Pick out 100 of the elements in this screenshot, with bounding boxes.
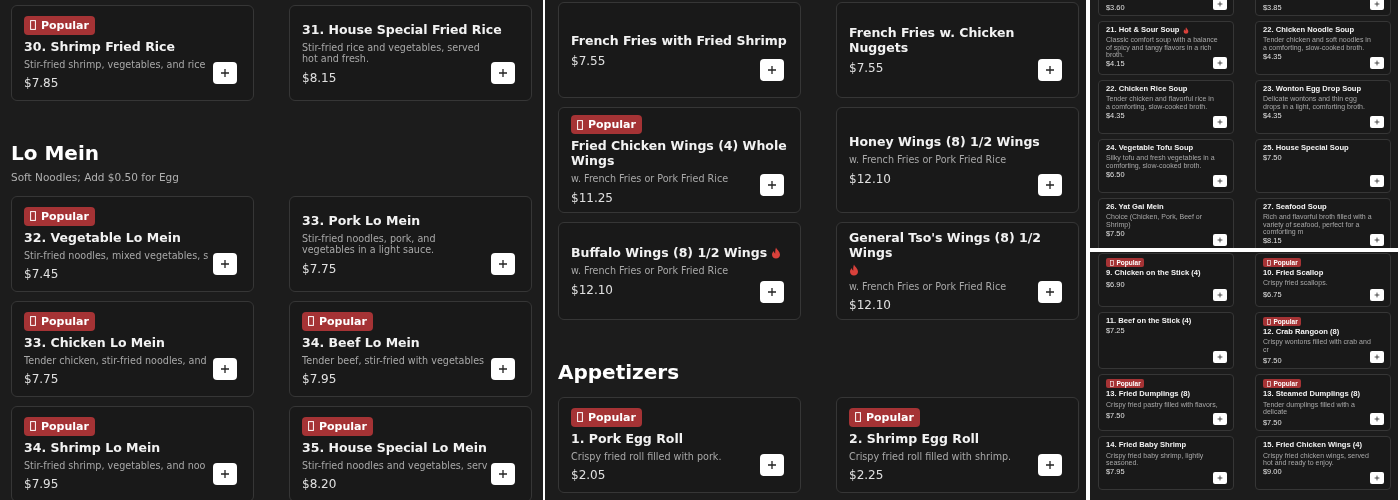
add-button[interactable] — [1038, 454, 1062, 476]
plus-icon — [498, 68, 508, 78]
add-button[interactable] — [1213, 472, 1227, 485]
add-button[interactable] — [491, 358, 515, 380]
item-price: $7.55 — [571, 53, 606, 68]
add-button[interactable] — [491, 253, 515, 275]
item-title: 2. Shrimp Egg Roll — [849, 430, 980, 446]
plus-icon — [767, 179, 777, 190]
plus-icon — [220, 68, 230, 78]
item-description: Crispy fried roll filled with shrimp. — [849, 450, 1013, 463]
placeholder-glyph-icon — [308, 316, 314, 327]
item-description: Stir-fried noodles, pork, and vegetables in a light sauce. — [302, 232, 437, 256]
add-button[interactable] — [213, 253, 237, 275]
item-title: French Fries w. Chicken Nuggets — [849, 25, 1016, 55]
placeholder-glyph-icon — [1266, 259, 1271, 266]
item-price: $12.10 — [571, 282, 613, 297]
plus-icon — [1217, 475, 1223, 482]
plus-icon — [1374, 354, 1380, 361]
add-button[interactable] — [213, 62, 237, 84]
add-button[interactable] — [1370, 413, 1384, 426]
add-button[interactable] — [491, 463, 515, 485]
add-button[interactable] — [1038, 59, 1062, 81]
plus-icon — [1374, 178, 1380, 184]
plus-icon — [1217, 354, 1223, 361]
plus-icon — [1374, 292, 1380, 298]
plus-icon — [1045, 65, 1055, 75]
item-title: 30. Shrimp Fried Rice — [24, 38, 175, 54]
item-price: $2.25 — [849, 468, 884, 483]
plus-icon — [220, 364, 230, 374]
section-heading: Lo Mein — [11, 141, 100, 165]
item-price: $12.10 — [849, 298, 891, 312]
plus-icon — [1217, 178, 1223, 184]
plus-icon — [1374, 237, 1380, 243]
item-description: Tender chicken, stir-fried noodles, and — [24, 354, 208, 367]
item-description: Stir-fried noodles and vegetables, serv — [302, 459, 489, 472]
plus-icon — [1374, 60, 1380, 66]
item-title: Honey Wings (8) 1/2 Wings — [849, 134, 1040, 149]
plus-icon — [767, 65, 777, 75]
placeholder-glyph-icon — [30, 211, 36, 222]
placeholder-glyph-icon — [1109, 380, 1114, 387]
item-price: $7.95 — [24, 477, 59, 492]
plus-icon — [1374, 1, 1380, 7]
placeholder-glyph-icon — [1109, 259, 1114, 266]
item-description: Stir-fried shrimp, vegetables, and rice — [24, 58, 207, 71]
plus-icon — [498, 469, 508, 479]
plus-icon — [220, 469, 230, 479]
item-title: 34. Shrimp Lo Mein — [24, 439, 161, 455]
placeholder-glyph-icon — [308, 421, 314, 432]
item-price: $7.45 — [24, 267, 59, 282]
item-title: 31. House Special Fried Rice — [302, 21, 502, 37]
item-price: $7.85 — [24, 76, 59, 91]
item-description: Stir-fried noodles, mixed vegetables, s — [24, 249, 210, 262]
plus-icon — [1374, 119, 1380, 125]
add-button[interactable] — [1213, 351, 1227, 364]
add-button[interactable] — [491, 62, 515, 84]
plus-icon — [498, 259, 508, 269]
item-title: 1. Pork Egg Roll — [571, 430, 683, 446]
add-button[interactable] — [760, 454, 784, 476]
add-button[interactable] — [213, 358, 237, 380]
plus-icon — [1045, 179, 1055, 190]
item-title: General Tso's Wings (8) 1/2 Wings — [849, 229, 1042, 260]
add-button[interactable] — [1038, 281, 1062, 303]
item-price: $7.95 — [302, 372, 337, 387]
section-heading: Appetizers — [558, 360, 681, 384]
item-price: $7.55 — [849, 61, 884, 75]
item-price: $8.15 — [302, 70, 337, 85]
placeholder-glyph-icon — [30, 20, 36, 31]
placeholder-glyph-icon — [1266, 318, 1271, 325]
add-button[interactable] — [1370, 472, 1384, 485]
item-title: 33. Pork Lo Mein — [302, 212, 421, 228]
badge-label: Popular — [319, 314, 367, 328]
badge-label: Popular — [41, 209, 89, 223]
plus-icon — [767, 460, 777, 470]
add-button[interactable] — [760, 281, 784, 303]
add-button[interactable] — [1213, 413, 1227, 426]
plus-icon — [1374, 475, 1380, 482]
plus-icon — [1217, 237, 1223, 243]
plus-icon — [767, 287, 777, 297]
badge-label: Popular — [319, 419, 367, 433]
add-button[interactable] — [213, 463, 237, 485]
badge-label: Popular — [588, 118, 636, 131]
add-button[interactable] — [1370, 351, 1384, 364]
badge-label: Popular — [41, 419, 89, 433]
item-description: w. French Fries or Pork Fried Rice — [849, 154, 1008, 166]
add-button[interactable] — [760, 173, 784, 196]
item-title: 32. Vegetable Lo Mein — [24, 229, 181, 245]
item-description: Tender beef, stir-fried with vegetables — [302, 354, 486, 367]
plus-icon — [1217, 60, 1223, 66]
add-button[interactable] — [1038, 173, 1062, 196]
item-price: $7.75 — [24, 372, 59, 387]
item-description: w. French Fries or Pork Fried Rice — [571, 173, 730, 185]
placeholder-glyph-icon — [855, 412, 861, 423]
badge-label: Popular — [866, 410, 914, 424]
section-subtitle: Soft Noodles; Add $0.50 for Egg — [11, 171, 180, 183]
add-button[interactable] — [760, 59, 784, 81]
plus-icon — [498, 364, 508, 374]
placeholder-glyph-icon — [30, 316, 36, 327]
item-title: 35. House Special Lo Mein — [302, 439, 487, 455]
placeholder-glyph-icon — [577, 412, 583, 423]
item-price: $12.10 — [849, 171, 891, 186]
